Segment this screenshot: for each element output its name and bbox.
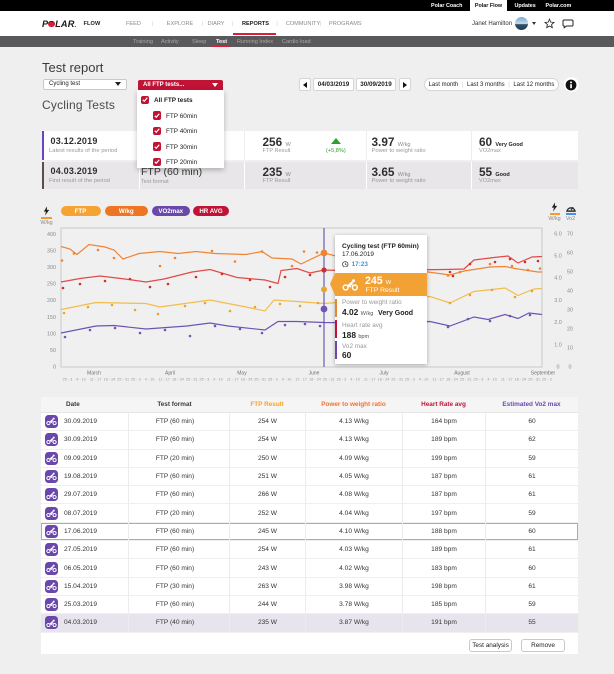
- svg-text:30: 30: [567, 308, 573, 314]
- svg-text:April: April: [165, 370, 175, 376]
- svg-text:25 - 31: 25 - 31: [528, 378, 540, 382]
- svg-text:25 - 3: 25 - 3: [63, 378, 73, 382]
- svg-text:25 - 3: 25 - 3: [405, 378, 415, 382]
- svg-text:18 - 24: 18 - 24: [309, 378, 321, 382]
- svg-text:25 - 3: 25 - 3: [337, 378, 347, 382]
- svg-text:4 - 10: 4 - 10: [487, 378, 497, 382]
- svg-text:25 - 3: 25 - 3: [268, 378, 278, 382]
- svg-text:18 - 24: 18 - 24: [446, 378, 458, 382]
- svg-text:1.0: 1.0: [554, 342, 562, 348]
- svg-text:11 - 17: 11 - 17: [227, 378, 239, 382]
- svg-text:6.0: 6.0: [554, 231, 562, 237]
- svg-text:11 - 17: 11 - 17: [295, 378, 307, 382]
- svg-text:18 - 24: 18 - 24: [378, 378, 390, 382]
- svg-text:11 - 17: 11 - 17: [364, 378, 376, 382]
- svg-text:4 - 10: 4 - 10: [145, 378, 155, 382]
- svg-text:July: July: [380, 370, 389, 376]
- svg-text:4 - 10: 4 - 10: [350, 378, 360, 382]
- svg-text:25 - 3: 25 - 3: [474, 378, 484, 382]
- svg-text:4 - 10: 4 - 10: [213, 378, 223, 382]
- svg-text:March: March: [87, 370, 101, 376]
- svg-text:0: 0: [569, 365, 572, 371]
- svg-text:June: June: [309, 370, 320, 376]
- svg-text:25 - 31: 25 - 31: [460, 378, 472, 382]
- svg-text:4 - 10: 4 - 10: [419, 378, 429, 382]
- svg-text:250: 250: [47, 282, 56, 288]
- svg-text:18 - 24: 18 - 24: [515, 378, 527, 382]
- svg-text:50: 50: [50, 348, 56, 354]
- svg-text:September: September: [531, 370, 556, 376]
- svg-text:10: 10: [567, 346, 573, 352]
- svg-text:25 - 3: 25 - 3: [131, 378, 141, 382]
- svg-text:2.0: 2.0: [554, 320, 562, 326]
- svg-text:20: 20: [567, 327, 573, 333]
- svg-text:11 - 17: 11 - 17: [90, 378, 102, 382]
- svg-text:25 - 31: 25 - 31: [391, 378, 403, 382]
- svg-text:0: 0: [557, 365, 560, 371]
- svg-text:400: 400: [47, 232, 56, 238]
- svg-text:3.0: 3.0: [554, 298, 562, 304]
- svg-text:May: May: [237, 370, 247, 376]
- svg-text:0: 0: [53, 365, 56, 371]
- svg-text:4 - 10: 4 - 10: [282, 378, 292, 382]
- svg-text:60: 60: [567, 250, 573, 256]
- svg-text:40: 40: [567, 288, 573, 294]
- svg-text:50: 50: [567, 269, 573, 275]
- svg-text:25 - 31: 25 - 31: [323, 378, 335, 382]
- svg-text:18 - 24: 18 - 24: [104, 378, 116, 382]
- svg-text:100: 100: [47, 331, 56, 337]
- svg-text:11 - 17: 11 - 17: [158, 378, 170, 382]
- svg-text:5.0: 5.0: [554, 254, 562, 260]
- svg-text:150: 150: [47, 315, 56, 321]
- svg-text:25 - 3: 25 - 3: [200, 378, 210, 382]
- svg-text:4.0: 4.0: [554, 276, 562, 282]
- svg-text:25 - 31: 25 - 31: [117, 378, 129, 382]
- svg-text:200: 200: [47, 298, 56, 304]
- svg-text:11 - 17: 11 - 17: [501, 378, 513, 382]
- svg-text:4 - 10: 4 - 10: [76, 378, 86, 382]
- svg-text:300: 300: [47, 265, 56, 271]
- svg-text:25 - 31: 25 - 31: [254, 378, 266, 382]
- svg-text:350: 350: [47, 248, 56, 254]
- svg-text:70: 70: [567, 231, 573, 237]
- svg-text:August: August: [454, 370, 470, 376]
- svg-text:18 - 24: 18 - 24: [172, 378, 184, 382]
- svg-text:11 - 17: 11 - 17: [432, 378, 444, 382]
- svg-text:25 - 31: 25 - 31: [186, 378, 198, 382]
- svg-text:18 - 24: 18 - 24: [241, 378, 253, 382]
- svg-text:25 - 3: 25 - 3: [542, 378, 552, 382]
